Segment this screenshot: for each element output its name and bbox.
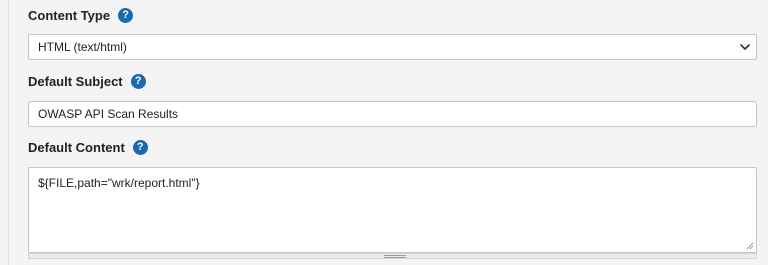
default-subject-input[interactable]: OWASP API Scan Results [28,101,757,127]
textarea-drag-bar[interactable] [28,253,757,259]
help-icon[interactable]: ? [118,8,134,23]
content-type-label: Content Type ? [28,8,134,23]
resize-grip-icon[interactable] [746,242,754,250]
default-content-textarea[interactable]: ${FILE,path="wrk/report.html"} [28,167,757,253]
email-settings-panel: Content Type ? HTML (text/html) Default … [8,0,768,265]
content-type-select-value: HTML (text/html) [38,40,127,54]
content-type-label-text: Content Type [28,8,111,23]
default-content-label: Default Content ? [28,140,148,155]
default-content-label-text: Default Content [28,140,125,155]
content-type-select[interactable]: HTML (text/html) [28,34,757,60]
help-icon[interactable]: ? [130,74,146,89]
default-content-textarea-value: ${FILE,path="wrk/report.html"} [38,176,200,190]
chevron-down-icon [740,44,750,50]
drag-handle-icon[interactable] [384,255,406,258]
default-subject-label-text: Default Subject [28,74,123,89]
default-subject-label: Default Subject ? [28,74,146,89]
help-icon[interactable]: ? [132,140,148,155]
